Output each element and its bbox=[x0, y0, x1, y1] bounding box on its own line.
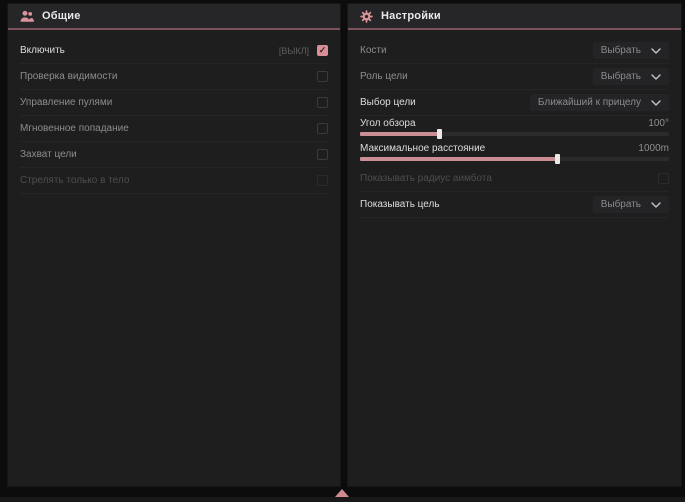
checkbox[interactable] bbox=[317, 71, 328, 82]
slider-thumb[interactable] bbox=[437, 129, 442, 139]
select-control[interactable]: Ближайший к прицелу bbox=[530, 94, 669, 111]
setting-label: Кости bbox=[360, 45, 387, 56]
setting-label: Показывать цель bbox=[360, 199, 440, 210]
select-control[interactable]: Выбрать bbox=[593, 42, 669, 59]
setting-label: Мгновенное попадание bbox=[20, 123, 129, 134]
panel-header-general: Общие bbox=[8, 4, 340, 28]
scroll-up-indicator[interactable] bbox=[335, 489, 349, 497]
panel-title: Настройки bbox=[381, 10, 441, 22]
setting-label: Показывать радиус аимбота bbox=[360, 173, 492, 184]
slider-track[interactable] bbox=[360, 132, 669, 136]
settings-row-5: Показывать радиус аимбота bbox=[360, 166, 669, 192]
slider-fill bbox=[360, 132, 440, 136]
slider-header: Максимальное расстояние 1000m bbox=[360, 142, 669, 154]
settings-row-2: Выбор цели Ближайший к прицелу bbox=[360, 90, 669, 116]
panel-body-settings: Кости Выбрать Роль цели Выбрать Выбор цели Бл… bbox=[348, 30, 681, 486]
select-value: Ближайший к прицелу bbox=[538, 97, 641, 108]
checkbox[interactable] bbox=[317, 123, 328, 134]
panel-header-settings: Настройки bbox=[348, 4, 681, 28]
select-value: Выбрать bbox=[601, 199, 641, 210]
select-value: Выбрать bbox=[601, 71, 641, 82]
general-row-5: Стрелять только в тело bbox=[20, 168, 328, 194]
row-controls bbox=[317, 149, 328, 160]
slider-thumb[interactable] bbox=[555, 154, 560, 164]
select-control[interactable]: Выбрать bbox=[593, 196, 669, 213]
setting-label: Выбор цели bbox=[360, 97, 416, 108]
panel-body-general: Включить [ВЫКЛ] ✓ Проверка видимости Управле… bbox=[8, 30, 340, 486]
select-control[interactable]: Выбрать bbox=[593, 68, 669, 85]
general-row-1: Проверка видимости bbox=[20, 64, 328, 90]
gear-icon bbox=[360, 10, 373, 23]
settings-row-3: Угол обзора 100° bbox=[360, 116, 669, 141]
setting-label: Захват цели bbox=[20, 149, 77, 160]
panel-settings: Настройки Кости Выбрать Роль цели Выбрать Вы… bbox=[348, 4, 681, 486]
chevron-down-icon bbox=[651, 48, 661, 54]
checkbox[interactable]: ✓ bbox=[317, 45, 328, 56]
chevron-down-icon bbox=[651, 202, 661, 208]
chevron-down-icon bbox=[651, 74, 661, 80]
settings-row-4: Максимальное расстояние 1000m bbox=[360, 141, 669, 166]
setting-label: Угол обзора bbox=[360, 118, 416, 129]
settings-row-6: Показывать цель Выбрать bbox=[360, 192, 669, 218]
chevron-down-icon bbox=[651, 100, 661, 106]
users-icon bbox=[20, 10, 34, 23]
slider-value: 100° bbox=[648, 118, 669, 129]
general-row-3: Мгновенное попадание bbox=[20, 116, 328, 142]
checkbox[interactable] bbox=[658, 173, 669, 184]
setting-label: Максимальное расстояние bbox=[360, 143, 485, 154]
slider-fill bbox=[360, 157, 558, 161]
cheat-menu: Общие Включить [ВЫКЛ] ✓ Проверка видимости У… bbox=[0, 0, 685, 502]
settings-row-0: Кости Выбрать bbox=[360, 38, 669, 64]
panel-title: Общие bbox=[42, 10, 81, 22]
hotkey-label: [ВЫКЛ] bbox=[279, 46, 309, 56]
row-controls: [ВЫКЛ] ✓ bbox=[279, 45, 328, 56]
slider-value: 1000m bbox=[638, 143, 669, 154]
bottom-strip bbox=[0, 497, 685, 502]
settings-row-1: Роль цели Выбрать bbox=[360, 64, 669, 90]
slider-track[interactable] bbox=[360, 157, 669, 161]
setting-label: Роль цели bbox=[360, 71, 408, 82]
panel-general: Общие Включить [ВЫКЛ] ✓ Проверка видимости У… bbox=[8, 4, 340, 486]
setting-label: Включить bbox=[20, 45, 65, 56]
setting-label: Стрелять только в тело bbox=[20, 175, 129, 186]
setting-label: Управление пулями bbox=[20, 97, 112, 108]
general-row-0: Включить [ВЫКЛ] ✓ bbox=[20, 38, 328, 64]
row-controls bbox=[317, 123, 328, 134]
general-row-2: Управление пулями bbox=[20, 90, 328, 116]
checkbox[interactable] bbox=[317, 97, 328, 108]
row-controls bbox=[317, 175, 328, 186]
row-controls bbox=[658, 173, 669, 184]
select-value: Выбрать bbox=[601, 45, 641, 56]
row-controls bbox=[317, 97, 328, 108]
row-controls bbox=[317, 71, 328, 82]
slider-header: Угол обзора 100° bbox=[360, 117, 669, 129]
checkbox[interactable] bbox=[317, 175, 328, 186]
setting-label: Проверка видимости bbox=[20, 71, 118, 82]
general-row-4: Захват цели bbox=[20, 142, 328, 168]
checkbox[interactable] bbox=[317, 149, 328, 160]
